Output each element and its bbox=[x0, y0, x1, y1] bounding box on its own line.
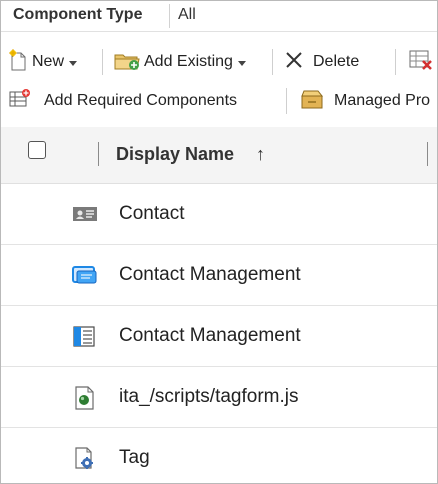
managed-properties-icon bbox=[300, 88, 326, 115]
component-type-select[interactable]: All bbox=[178, 6, 196, 24]
table-row[interactable]: Contact Management bbox=[1, 245, 437, 306]
delete-button-label: Delete bbox=[313, 53, 360, 70]
table-row[interactable]: ita_/scripts/tagform.js bbox=[1, 367, 437, 428]
add-required-components-button[interactable]: Add Required Components bbox=[9, 87, 237, 115]
component-type-filter: Component Type All bbox=[1, 1, 437, 32]
add-existing-button-label: Add Existing bbox=[144, 53, 233, 70]
app-module-icon bbox=[72, 264, 97, 286]
select-all-checkbox[interactable] bbox=[28, 141, 46, 159]
web-resource-icon bbox=[72, 386, 96, 410]
command-bar-primary: New Add Existing Delete bbox=[1, 48, 437, 76]
toolbar-divider bbox=[395, 49, 396, 75]
chevron-down-icon bbox=[237, 60, 246, 66]
folder-add-icon bbox=[113, 49, 141, 76]
delete-button[interactable]: Delete bbox=[285, 48, 359, 76]
column-divider bbox=[98, 142, 99, 166]
solution-explorer-panel: Component Type All New Add Existing Dele… bbox=[0, 0, 438, 484]
table-row[interactable]: Tag bbox=[1, 428, 437, 483]
remove-grid-icon bbox=[408, 48, 434, 77]
sort-ascending-icon: ↑ bbox=[256, 144, 265, 164]
row-display-name: Contact Management bbox=[119, 325, 301, 346]
column-divider bbox=[427, 142, 428, 166]
new-document-icon bbox=[9, 48, 29, 76]
row-display-name: ita_/scripts/tagform.js bbox=[119, 386, 299, 407]
component-type-label: Component Type bbox=[13, 6, 143, 23]
row-display-name: Tag bbox=[119, 447, 150, 468]
close-icon bbox=[285, 51, 303, 74]
row-display-name: Contact bbox=[119, 203, 185, 224]
remove-button[interactable] bbox=[408, 48, 437, 76]
managed-properties-label: Managed Pro bbox=[334, 92, 431, 109]
entity-contact-icon bbox=[72, 203, 97, 225]
display-name-column-header[interactable]: Display Name bbox=[116, 144, 234, 165]
custom-entity-icon bbox=[72, 447, 96, 469]
new-button[interactable]: New bbox=[9, 48, 78, 76]
toolbar-divider bbox=[272, 49, 273, 75]
managed-properties-button[interactable]: Managed Pro bbox=[300, 87, 430, 115]
command-bar-secondary: Add Required Components Managed Pro bbox=[1, 87, 437, 115]
add-required-icon bbox=[9, 88, 31, 115]
row-display-name: Contact Management bbox=[119, 264, 301, 285]
filter-divider bbox=[169, 4, 170, 28]
add-required-components-label: Add Required Components bbox=[44, 92, 238, 109]
table-row[interactable]: Contact Management bbox=[1, 306, 437, 367]
toolbar-divider bbox=[102, 49, 103, 75]
new-button-label: New bbox=[32, 53, 65, 70]
chevron-down-icon bbox=[69, 60, 78, 66]
add-existing-button[interactable]: Add Existing bbox=[113, 48, 246, 76]
toolbar-divider bbox=[286, 88, 287, 114]
table-row[interactable]: Contact bbox=[1, 184, 437, 245]
sitemap-icon bbox=[72, 325, 96, 347]
